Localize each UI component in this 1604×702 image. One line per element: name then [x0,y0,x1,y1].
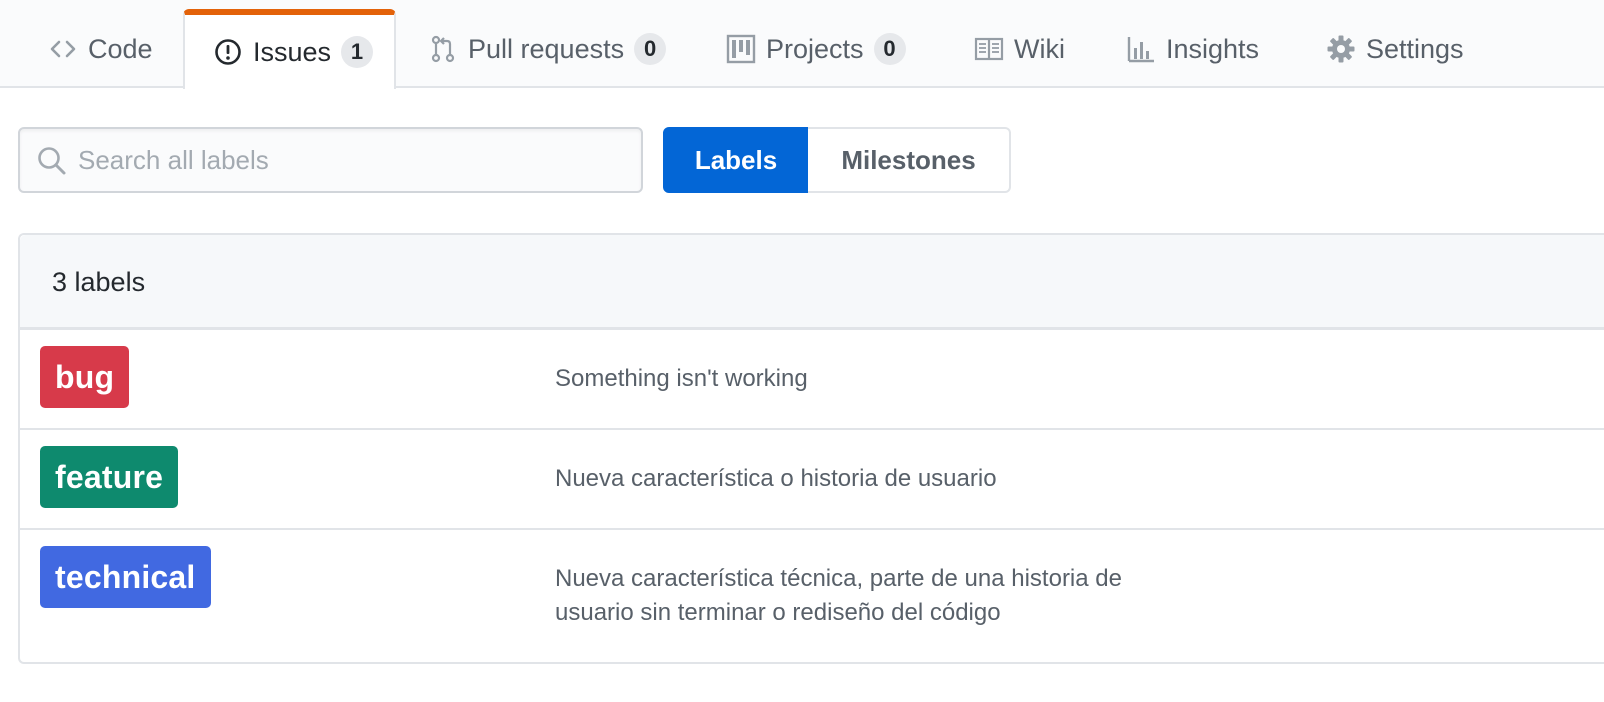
tab-insights[interactable]: Insights [1094,10,1291,88]
labels-list-header: 3 labels [20,235,1604,330]
tab-pull-requests-label: Pull requests [468,33,625,64]
search-icon [38,147,66,175]
label-bug[interactable]: bug [40,346,130,408]
label-description: Nueva característica o historia de usuar… [555,465,997,492]
label-description: Nueva característica técnica, parte de u… [555,565,1122,626]
tab-code[interactable]: Code [16,10,185,88]
code-icon [48,34,78,64]
graph-icon [1126,34,1156,64]
label-search-box [18,127,643,193]
pull-requests-count-badge: 0 [634,33,667,65]
milestones-button[interactable]: Milestones [808,127,1011,193]
git-pull-request-icon [428,34,458,64]
label-row: bug Something isn't working [20,330,1604,430]
labels-button[interactable]: Labels [663,127,809,193]
tab-code-label: Code [88,33,153,64]
tab-projects-label: Projects [766,33,864,64]
tab-issues[interactable]: Issues 1 [183,9,396,89]
label-row: feature Nueva característica o historia … [20,430,1604,530]
projects-count-badge: 0 [873,33,906,65]
project-icon [726,34,756,64]
label-technical[interactable]: technical [40,546,211,608]
tab-settings[interactable]: Settings [1294,10,1496,88]
tab-wiki[interactable]: Wiki [942,10,1097,88]
search-input[interactable] [78,129,638,191]
tab-projects[interactable]: Projects 0 [694,10,938,88]
tab-pull-requests[interactable]: Pull requests 0 [396,10,698,88]
gear-icon [1326,34,1356,64]
label-row: technical Nueva característica técnica, … [20,530,1604,664]
book-icon [974,34,1004,64]
tab-insights-label: Insights [1166,33,1260,64]
repo-nav-tabs: Code Issues 1 Pull requests 0 Projects 0… [0,0,1604,89]
labels-list: 3 labels bug Something isn't working fea… [18,233,1604,664]
tab-issues-label: Issues [253,36,332,67]
issue-opened-icon [213,37,243,67]
tab-wiki-label: Wiki [1014,33,1065,64]
labels-count: 3 labels [52,267,146,297]
issues-count-badge: 1 [341,36,374,68]
label-description: Something isn't working [555,365,808,392]
label-feature[interactable]: feature [40,446,179,508]
tab-settings-label: Settings [1366,33,1464,64]
